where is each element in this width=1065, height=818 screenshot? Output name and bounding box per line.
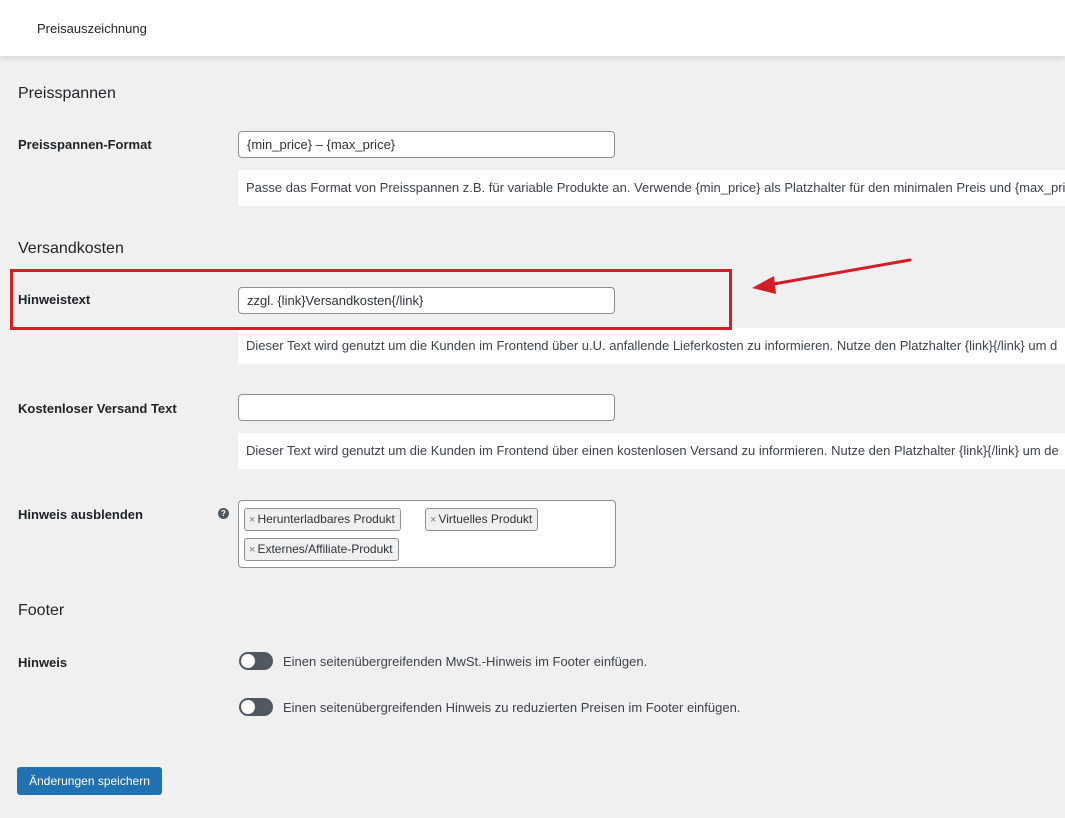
tag-virtual-product: × Virtuelles Produkt	[425, 508, 539, 531]
price-range-format-input[interactable]: {min_price} – {max_price}	[238, 131, 615, 158]
toggle-knob	[241, 700, 255, 714]
page-title: Preisauszeichnung	[37, 21, 147, 36]
tag-label: Virtuelles Produkt	[438, 512, 533, 526]
section-title-footer: Footer	[18, 602, 65, 619]
free-shipping-text-label: Kostenloser Versand Text	[18, 401, 177, 416]
tag-label: Externes/Affiliate-Produkt	[257, 542, 393, 556]
remove-tag-icon[interactable]: ×	[249, 544, 255, 556]
footer-vat-notice-toggle[interactable]	[239, 652, 273, 670]
footer-vat-notice-toggle-label: Einen seitenübergreifenden MwSt.-Hinweis…	[283, 654, 648, 669]
tag-downloadable-product: × Herunterladbares Produkt	[244, 508, 401, 531]
shipping-notice-description: Dieser Text wird genutzt um die Kunden i…	[238, 328, 1065, 364]
help-icon[interactable]: ?	[218, 508, 229, 519]
save-changes-button[interactable]: Änderungen speichern	[17, 767, 162, 795]
footer-notice-label: Hinweis	[18, 655, 68, 670]
tag-external-affiliate-product: × Externes/Affiliate-Produkt	[244, 538, 399, 561]
remove-tag-icon[interactable]: ×	[430, 514, 436, 526]
annotation-arrow-icon	[752, 258, 912, 294]
top-bar: Preisauszeichnung	[0, 0, 1065, 56]
footer-reduced-prices-toggle[interactable]	[239, 698, 273, 716]
hide-notice-label: Hinweis ausblenden	[18, 507, 143, 522]
section-title-price-ranges: Preisspannen	[18, 85, 116, 102]
toggle-knob	[241, 654, 255, 668]
free-shipping-text-input[interactable]	[238, 394, 615, 421]
footer-reduced-prices-toggle-label: Einen seitenübergreifenden Hinweis zu re…	[283, 700, 741, 715]
free-shipping-text-description: Dieser Text wird genutzt um die Kunden i…	[238, 433, 1065, 469]
hide-notice-select[interactable]: × Herunterladbares Produkt × Virtuelles Pr…	[238, 500, 616, 568]
section-title-shipping: Versandkosten	[18, 240, 124, 257]
remove-tag-icon[interactable]: ×	[249, 514, 255, 526]
highlight-box	[10, 269, 732, 330]
price-range-format-description: Passe das Format von Preisspannen z.B. f…	[238, 170, 1065, 206]
tag-label: Herunterladbares Produkt	[257, 512, 395, 526]
price-range-format-label: Preisspannen-Format	[18, 137, 152, 152]
